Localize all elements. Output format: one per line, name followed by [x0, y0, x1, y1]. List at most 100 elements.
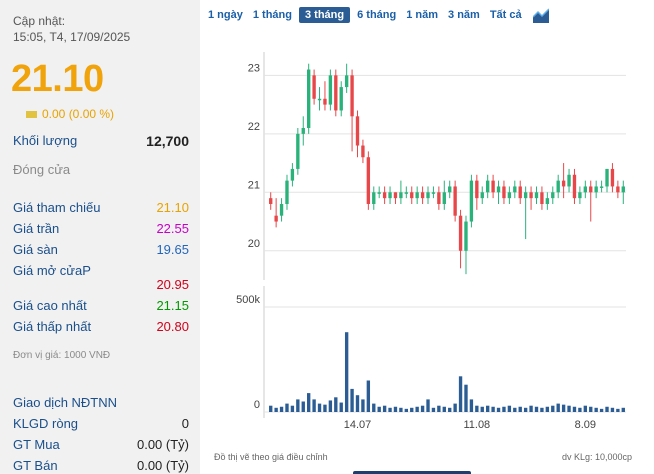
- volume-bar: [540, 407, 544, 412]
- candle-body: [377, 192, 381, 194]
- candle-body: [545, 198, 550, 204]
- tab-1-year[interactable]: 1 năm: [403, 7, 441, 23]
- candle-body: [442, 192, 446, 204]
- volume-bar: [464, 384, 468, 412]
- candle-body: [361, 145, 365, 158]
- volume-bar: [296, 399, 300, 412]
- candle-body: [285, 180, 289, 204]
- candle-body: [529, 192, 533, 199]
- volume-bar: [431, 407, 436, 412]
- candle-body: [350, 75, 354, 117]
- candle-body: [296, 133, 300, 169]
- candle-body: [404, 192, 408, 194]
- candle-body: [464, 221, 468, 251]
- volume-bar: [307, 393, 311, 412]
- candle-body: [426, 192, 430, 199]
- candle-body: [594, 186, 598, 193]
- stat-label: Giá trần: [13, 221, 60, 236]
- volume-bar: [551, 405, 555, 412]
- stat-value: 22.55: [156, 221, 189, 236]
- candle-body: [496, 186, 501, 193]
- volume-bar: [561, 404, 566, 412]
- stat-row-floor: Giá sàn 19.65: [13, 242, 189, 257]
- volume-bar: [507, 405, 512, 412]
- volume-bar: [545, 406, 550, 412]
- foreign-title: Giao dịch NĐTNN: [13, 395, 118, 410]
- candle-body: [523, 192, 528, 199]
- price-chart: 20 21 22 23 0 500k 14.07 11.08 8.09: [236, 52, 626, 431]
- foreign-label: KLGD ròng: [13, 416, 79, 431]
- volume-bar: [312, 399, 316, 412]
- volume-bar: [513, 407, 517, 412]
- volume-bar: [269, 405, 273, 412]
- candle-body: [355, 116, 360, 146]
- candle-body: [323, 98, 327, 105]
- foreign-label: GT Bán: [13, 458, 58, 473]
- volume-bar: [496, 407, 501, 412]
- price-change-value: 0.00 (0.00 %): [42, 107, 115, 121]
- candle-body: [589, 186, 593, 193]
- tab-3-years[interactable]: 3 năm: [445, 7, 483, 23]
- volume-bar: [491, 406, 495, 412]
- candle-body: [399, 192, 403, 199]
- tab-1-month[interactable]: 1 tháng: [250, 7, 295, 23]
- stat-row-low: Giá thấp nhất 20.80: [13, 319, 189, 334]
- volume-tick-label: 0: [254, 399, 260, 411]
- volume-bar: [415, 406, 419, 412]
- candle-body: [388, 192, 392, 199]
- volume-bar: [279, 406, 284, 412]
- volume-bar: [523, 407, 528, 412]
- volume-bar: [621, 407, 625, 412]
- stat-row-high: Giá cao nhất 21.15: [13, 298, 189, 313]
- candle-body: [339, 87, 343, 111]
- candle-body: [486, 180, 490, 193]
- updated-time: 15:05, T4, 17/09/2025: [13, 30, 131, 44]
- stat-value: 20.95: [156, 277, 189, 292]
- candle-body: [431, 192, 436, 194]
- volume-bar: [323, 404, 327, 412]
- candle-body: [534, 192, 539, 199]
- candle-body: [307, 69, 311, 128]
- candle-body: [578, 192, 582, 199]
- candle-body: [317, 98, 322, 101]
- candle-body: [480, 192, 484, 199]
- candle-body: [518, 186, 522, 199]
- candle-body: [556, 180, 560, 193]
- volume-bar: [301, 401, 305, 412]
- date-tick-label: 11.08: [463, 419, 490, 431]
- tab-all[interactable]: Tất cả: [487, 7, 525, 23]
- tab-6-months[interactable]: 6 tháng: [354, 7, 399, 23]
- volume-bar: [334, 397, 338, 412]
- volume-bar: [475, 405, 479, 412]
- volume-bar: [616, 408, 620, 412]
- candle-body: [328, 75, 333, 105]
- foreign-label: GT Mua: [13, 437, 60, 452]
- volume-bar: [382, 405, 387, 412]
- period-tabs: 1 ngày 1 tháng 3 tháng 6 tháng 1 năm 3 n…: [205, 7, 549, 23]
- foreign-title-row: Giao dịch NĐTNN: [13, 395, 189, 410]
- chart-type-icon[interactable]: [532, 7, 549, 23]
- volume-bar: [437, 405, 441, 412]
- volume-label: Khối lượng: [13, 133, 78, 148]
- candle-body: [502, 186, 506, 199]
- candle-body: [420, 192, 425, 199]
- volume-bar: [366, 380, 371, 412]
- stat-label: Giá sàn: [13, 242, 58, 257]
- volume-bar: [274, 407, 278, 412]
- volume-bar: [393, 406, 398, 412]
- candle-body: [393, 192, 398, 199]
- volume-bar: [518, 406, 522, 412]
- candle-body: [599, 186, 604, 188]
- tab-3-months[interactable]: 3 tháng: [298, 7, 351, 23]
- stat-row-open-label: Giá mở cửaP: [13, 263, 189, 278]
- volume-bar: [578, 407, 582, 412]
- volume-bar: [610, 407, 615, 412]
- tab-1-day[interactable]: 1 ngày: [205, 7, 246, 23]
- volume-unit-note: dv KLg: 10,000cp: [562, 452, 633, 462]
- price-change: 0.00 (0.00 %): [26, 107, 114, 121]
- foreign-row-sell: GT Bán 0.00 (Tỷ): [13, 458, 189, 473]
- candle-body: [301, 128, 305, 134]
- volume-bar: [420, 405, 425, 412]
- date-tick-label: 8.09: [575, 419, 596, 431]
- volume-bar: [355, 395, 360, 412]
